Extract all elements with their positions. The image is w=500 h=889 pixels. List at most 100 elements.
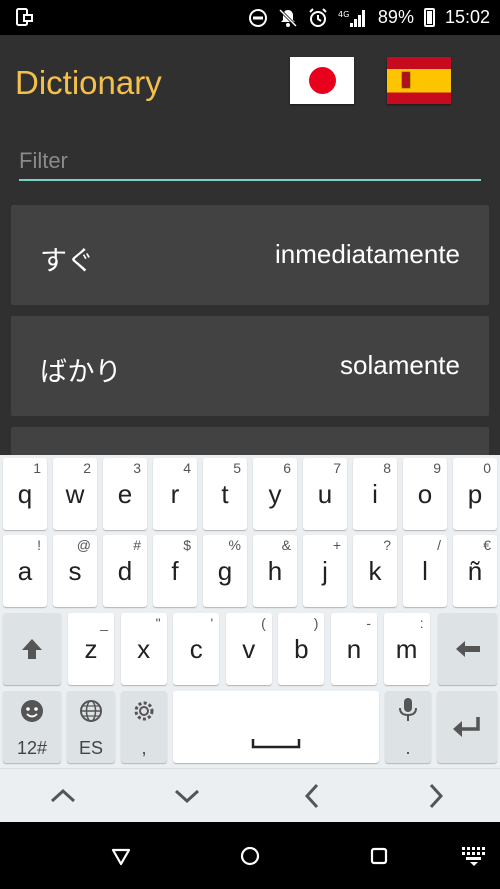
key-hint: 7 [333,460,341,476]
key-label: ñ [467,555,483,586]
key-hint: 8 [383,460,391,476]
key-hint: " [155,615,161,631]
key-x[interactable]: " x [120,613,167,685]
key-label: m [395,633,418,664]
key-y[interactable]: 6y [253,458,297,530]
comma-key[interactable]: , [121,691,167,763]
list-item[interactable]: すぐ inmediatamente [11,205,489,305]
key-j[interactable]: + j [303,535,347,607]
key-b[interactable]: ) b [278,613,325,685]
key-n[interactable]: -n [331,613,377,685]
key-q[interactable]: 1q [3,458,47,530]
key-hint: - [366,615,371,631]
key-label: u [317,478,333,509]
key-label: s [68,555,82,586]
key-d[interactable]: # d [103,535,147,607]
list-item[interactable]: ばかり solamente [11,316,489,416]
chevron-up-icon[interactable] [48,781,78,811]
key-ñ[interactable]: € ñ [453,535,497,607]
key-hint: % [228,537,241,553]
key-label: g [217,555,233,586]
spain-flag-button[interactable] [387,57,451,104]
back-icon[interactable] [109,844,133,868]
japan-flag-button[interactable] [290,57,354,104]
key-l[interactable]: / l [403,535,447,607]
soft-keyboard: 1q2w3e4r5t6y7u8i9o0p ! a @ s # d $ f% g & h + j? k / l €… [0,455,500,822]
filter-input[interactable] [19,143,481,181]
spanish-translation: inmediatamente [275,239,460,269]
key-label: k [368,555,382,586]
spain-flag-crest [401,71,411,89]
key-hint: / [437,537,441,553]
language-key[interactable]: ES [67,691,115,763]
key-c[interactable]: ' c [173,613,220,685]
screenshot-icon [16,8,33,26]
key-label: q [17,478,33,509]
dictionary-app: Dictionary すぐ inmediatamente ばかり solamen… [0,35,500,467]
emoji-icon [21,700,43,722]
app-title: Dictionary [15,64,162,101]
language-key-label: ES [78,738,103,758]
key-g[interactable]: % g [203,535,247,607]
key-t[interactable]: 5t [203,458,247,530]
recents-icon[interactable] [367,844,391,868]
backspace-arrow-icon [455,641,480,657]
space-icon [251,739,301,749]
japanese-word: すぐ [40,246,94,277]
key-label: o [417,478,433,509]
symbols-key[interactable]: 12# [3,691,61,763]
comma-key-label: , [141,738,147,758]
key-r[interactable]: 4r [153,458,197,530]
japan-flag-sun [309,67,336,94]
key-hint: ? [383,537,391,553]
chevron-down-icon[interactable] [172,781,202,811]
key-label: n [346,633,362,664]
key-label: v [242,633,256,664]
key-u[interactable]: 7u [303,458,347,530]
key-z[interactable]: _ z [68,613,114,685]
key-o[interactable]: 9o [403,458,447,530]
period-key[interactable]: . [385,691,431,763]
dnd-icon [248,8,267,27]
chevron-left-icon[interactable] [297,781,327,811]
backspace-key[interactable] [438,613,497,685]
battery-icon [423,8,435,27]
key-hint: ) [313,615,319,631]
key-s[interactable]: @ s [53,535,97,607]
key-i[interactable]: 8i [353,458,397,530]
key-e[interactable]: 3e [103,458,147,530]
microphone-icon [399,698,417,721]
key-hint: # [133,537,141,553]
key-hint: & [281,537,291,553]
key-label: i [372,478,378,509]
key-v[interactable]: (v [225,613,272,685]
key-label: l [422,555,428,586]
key-hint: 5 [233,460,241,476]
4g-signal-icon: 4G [338,9,365,27]
space-bar[interactable] [173,691,379,763]
shift-key[interactable] [3,613,61,685]
enter-arrow-icon [453,717,480,737]
key-label: r [170,478,180,509]
key-a[interactable]: ! a [3,535,47,607]
battery-percent: 89% [377,7,414,27]
key-k[interactable]: ? k [353,535,397,607]
clock: 15:02 [444,7,490,27]
key-hint: 1 [33,460,41,476]
key-w[interactable]: 2w [53,458,97,530]
chevron-right-icon[interactable] [421,781,451,811]
spanish-translation: solamente [340,350,460,380]
key-m[interactable]: :m [383,613,430,685]
key-p[interactable]: 0p [453,458,497,530]
key-h[interactable]: & h [253,535,297,607]
key-hint: € [483,537,491,553]
key-f[interactable]: $ f [153,535,197,607]
key-hint: 6 [283,460,291,476]
symbols-key-label: 12# [16,738,48,758]
home-icon[interactable] [238,844,262,868]
enter-key[interactable] [437,691,497,763]
keyboard-hide-icon[interactable] [460,844,488,868]
key-label: b [294,633,309,664]
key-hint: $ [183,537,191,553]
key-label: y [268,478,282,509]
